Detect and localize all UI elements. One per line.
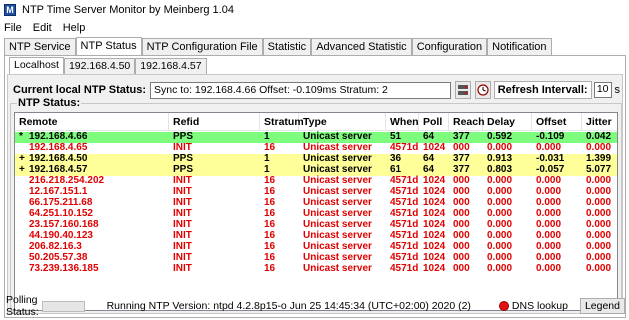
ntp-status-group: NTP Status: Remote Refid Stratum Type When Po… xyxy=(10,97,622,311)
tab-configuration[interactable]: Configuration xyxy=(411,38,488,56)
row-flag: + xyxy=(19,164,25,175)
column-header-delay[interactable]: Delay xyxy=(483,113,532,131)
row-flag: * xyxy=(19,131,23,142)
refresh-interval-input[interactable]: 10 xyxy=(593,82,612,98)
column-header-type[interactable]: Type xyxy=(299,113,386,131)
column-header-offset[interactable]: Offset xyxy=(532,113,582,131)
menu-bar: File Edit Help xyxy=(0,20,629,36)
menu-file[interactable]: File xyxy=(4,22,22,34)
table-row[interactable]: 73.239.136.185 INIT 16 Unicast server 4571d 1… xyxy=(15,263,617,275)
clock-icon-button[interactable] xyxy=(474,81,491,99)
current-status-field[interactable]: Sync to: 192.168.4.66 Offset: -0.109ms S… xyxy=(150,81,451,99)
refresh-interval-group: Refresh Intervall: xyxy=(493,81,592,99)
menu-edit[interactable]: Edit xyxy=(33,22,52,34)
column-header-when[interactable]: When xyxy=(386,113,419,131)
column-header-refid[interactable]: Refid xyxy=(169,113,260,131)
polling-status-label: Polling Status: xyxy=(6,294,39,318)
host-panel: Current local NTP Status: Sync to: 192.1… xyxy=(7,74,623,314)
status-bar: Polling Status: Running NTP Version: ntp… xyxy=(6,294,625,318)
cell-poll: 1024 xyxy=(423,263,446,274)
column-header-reach[interactable]: Reach xyxy=(449,113,485,131)
tab-ntp-status[interactable]: NTP Status xyxy=(75,37,142,56)
column-header-poll[interactable]: Poll xyxy=(419,113,449,131)
current-status-label: Current local NTP Status: xyxy=(13,84,147,96)
cell-type: Unicast server xyxy=(303,263,372,274)
column-header-remote[interactable]: Remote xyxy=(15,113,169,131)
cell-reach: 000 xyxy=(453,263,470,274)
legend-button[interactable]: Legend xyxy=(579,298,625,314)
tab-localhost[interactable]: Localhost xyxy=(9,57,64,74)
table-header: Remote Refid Stratum Type When Poll Reach Delay… xyxy=(15,113,617,131)
cell-offset: 0.000 xyxy=(536,263,562,274)
ntp-status-panel: Localhost 192.168.4.50 192.168.4.57 Curr… xyxy=(4,55,626,318)
ntp-status-group-label: NTP Status: xyxy=(17,97,82,109)
tab-notification[interactable]: Notification xyxy=(487,38,552,56)
ntp-version-text: Running NTP Version: ntpd 4.2.8p15-o Jun… xyxy=(106,300,471,312)
peers-table[interactable]: Remote Refid Stratum Type When Poll Reach Delay… xyxy=(14,112,618,311)
server-icon-button[interactable] xyxy=(454,81,471,99)
tab-ntp-configuration-file[interactable]: NTP Configuration File xyxy=(141,38,263,56)
dns-lookup-label: DNS lookup xyxy=(511,300,568,312)
polling-progress-bar xyxy=(41,300,85,312)
cell-jitter: 0.000 xyxy=(586,263,612,274)
dns-lookup-indicator[interactable]: DNS lookup xyxy=(498,300,568,312)
tab-advanced-statistic[interactable]: Advanced Statistic xyxy=(311,38,412,56)
cell-remote: 73.239.136.185 xyxy=(29,263,99,274)
host-tab-bar: Localhost 192.168.4.50 192.168.4.57 xyxy=(9,57,207,75)
refresh-interval-label: Refresh Intervall: xyxy=(497,84,588,96)
tab-host-192-168-4-57[interactable]: 192.168.4.57 xyxy=(135,58,207,74)
cell-refid: INIT xyxy=(173,263,192,274)
tab-ntp-service[interactable]: NTP Service xyxy=(4,38,76,56)
tab-host-192-168-4-50[interactable]: 192.168.4.50 xyxy=(63,58,136,74)
refresh-interval-unit: s xyxy=(614,84,621,96)
title-bar: M NTP Time Server Monitor by Meinberg 1.… xyxy=(0,0,629,20)
tab-statistic[interactable]: Statistic xyxy=(262,38,312,56)
status-row: Current local NTP Status: Sync to: 192.1… xyxy=(13,79,620,101)
dns-status-icon xyxy=(498,301,509,311)
window-title: NTP Time Server Monitor by Meinberg 1.04 xyxy=(22,4,234,16)
column-header-jitter[interactable]: Jitter xyxy=(582,113,617,131)
main-tab-bar: NTP Service NTP Status NTP Configuration… xyxy=(4,37,552,56)
app-icon: M xyxy=(4,4,16,16)
cell-when: 4571d xyxy=(390,263,419,274)
column-header-stratum[interactable]: Stratum xyxy=(260,113,304,131)
cell-delay: 0.000 xyxy=(487,263,513,274)
menu-help[interactable]: Help xyxy=(63,22,86,34)
cell-stratum: 16 xyxy=(264,263,276,274)
